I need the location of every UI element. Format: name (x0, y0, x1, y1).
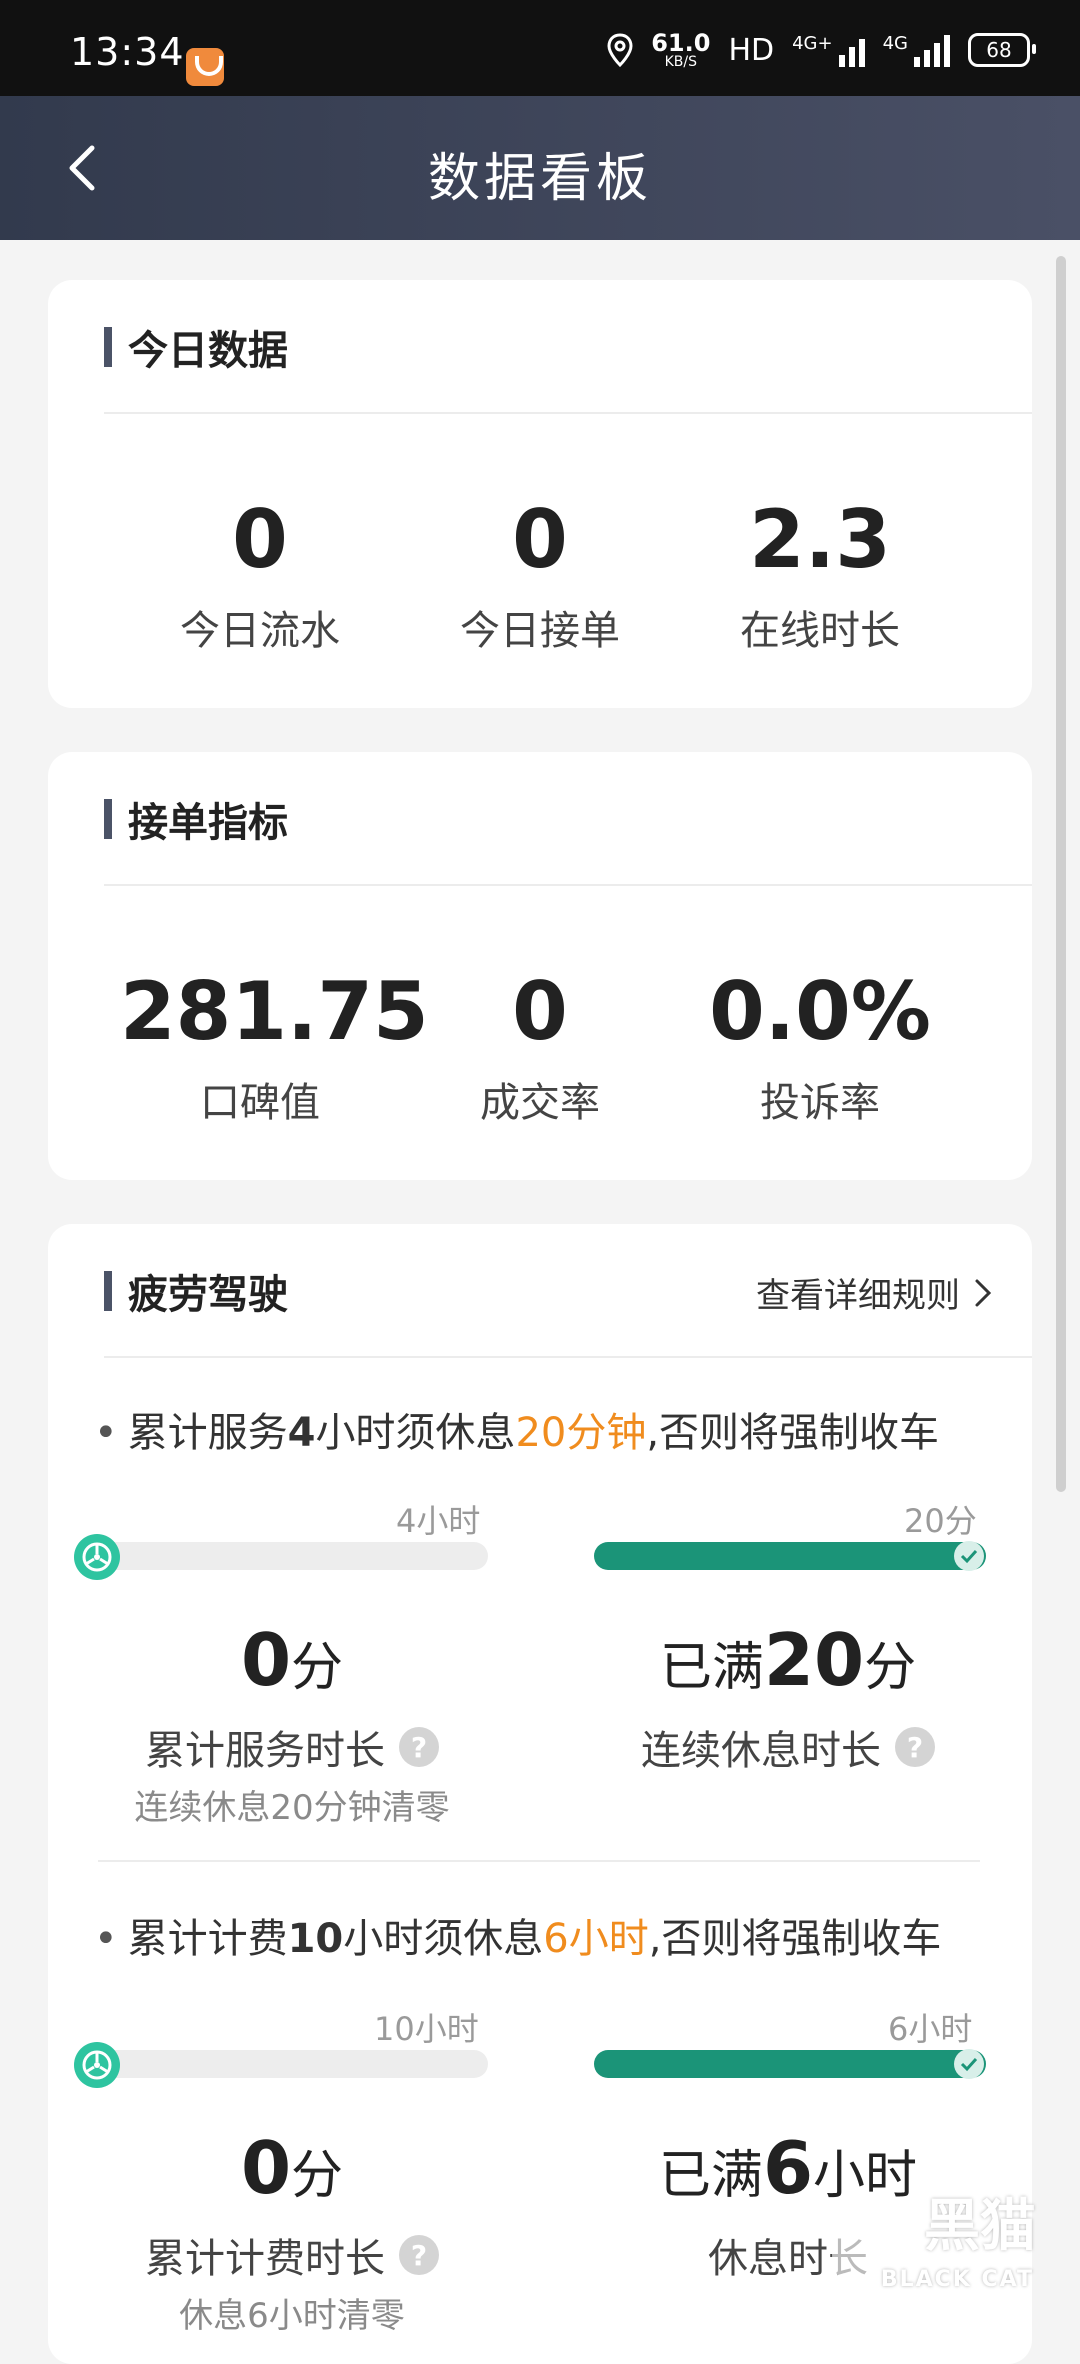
rest-tick-label: 20分 (904, 1502, 977, 1540)
metric-label: 投诉率 (760, 1080, 880, 1126)
net-speed: 61.0 KB/S (651, 29, 711, 70)
divider (104, 412, 1032, 414)
metric-value: 2.3 (749, 493, 891, 586)
help-icon[interactable]: ? (399, 2235, 439, 2275)
service-progress-track (80, 1542, 488, 1570)
metric-value: 0 (232, 493, 288, 586)
metric-today-revenue[interactable]: 0 今日流水 (120, 500, 400, 656)
battery-icon: 68 (968, 33, 1036, 67)
rest-progress-track (594, 2050, 986, 2078)
billing-duration-label: 累计计费时长 ? (82, 2226, 502, 2284)
metric-reputation[interactable]: 281.75 口碑值 (120, 965, 429, 1128)
rest-duration-label: 连续休息时长 ? (578, 1718, 998, 1776)
metric-today-orders[interactable]: 0 今日接单 (400, 500, 680, 656)
steering-wheel-icon (74, 2042, 120, 2088)
rule-2-text: • 累计计费10小时须休息6小时,否则将强制收车 (94, 1916, 942, 1962)
check-icon (954, 2049, 984, 2079)
divider (104, 1356, 1032, 1358)
hd-label: HD (728, 32, 775, 68)
steering-wheel-icon (74, 1534, 120, 1580)
card-header: 疲劳驾驶 (104, 1264, 288, 1318)
chevron-right-icon (975, 1279, 992, 1306)
metric-label: 口碑值 (200, 1080, 320, 1126)
rest-progress-track (594, 1542, 986, 1570)
card-header: 今日数据 (104, 320, 288, 374)
help-icon[interactable]: ? (399, 1727, 439, 1767)
card-title: 今日数据 (128, 328, 288, 374)
cat-logo-icon (830, 2214, 880, 2286)
fatigue-driving-card: 疲劳驾驶 查看详细规则 • 累计服务4小时须休息20分钟,否则将强制收车 4小时 … (48, 1224, 1032, 2364)
signal-icon-sim2: 4G (883, 33, 950, 67)
rest-duration-value: 已满20分 (659, 1618, 917, 1702)
metric-label: 今日流水 (180, 608, 340, 654)
billing-tick-label: 10小时 (374, 2010, 479, 2048)
order-metrics-card: 接单指标 281.75 口碑值 0 成交率 0.0% 投诉率 (48, 752, 1032, 1180)
metric-complaint-rate[interactable]: 0.0% 投诉率 (680, 972, 960, 1128)
status-bar: 13:34 61.0 KB/S HD 4G+ 4G 68 (0, 0, 1080, 96)
view-rules-link[interactable]: 查看详细规则 (756, 1268, 992, 1317)
metric-value: 281.75 (120, 965, 429, 1058)
black-cat-watermark: 黑猫 BLACK CAT (820, 2194, 1060, 2320)
billing-progress-track (80, 2050, 488, 2078)
rule-1-text: • 累计服务4小时须休息20分钟,否则将强制收车 (94, 1410, 940, 1456)
today-data-card: 今日数据 0 今日流水 0 今日接单 2.3 在线时长 (48, 280, 1032, 708)
location-icon (607, 33, 633, 67)
didi-app-icon (186, 48, 224, 86)
card-title: 接单指标 (128, 800, 288, 846)
header-accent-bar (104, 799, 112, 839)
service-duration-value: 0分 (240, 1618, 344, 1702)
rules-link-label: 查看详细规则 (756, 1276, 960, 1316)
billing-reset-note: 休息6小时清零 (179, 2296, 405, 2336)
divider (98, 1860, 980, 1862)
billing-duration-value: 0分 (240, 2126, 344, 2210)
card-header: 接单指标 (104, 792, 288, 846)
divider (104, 884, 1032, 886)
check-icon (954, 1541, 984, 1571)
metric-online-time[interactable]: 2.3 在线时长 (680, 500, 960, 656)
metric-label: 在线时长 (740, 608, 900, 654)
service-tick-label: 4小时 (396, 1502, 481, 1540)
help-icon[interactable]: ? (895, 1727, 935, 1767)
nav-bar: 数据看板 (0, 96, 1080, 240)
metric-value: 0 (512, 965, 568, 1058)
status-time: 13:34 (70, 30, 185, 74)
service-duration-label: 累计服务时长 ? (82, 1718, 502, 1776)
watermark-subtext: BLACK CAT (880, 2267, 1034, 2292)
header-accent-bar (104, 1271, 112, 1311)
metric-label: 成交率 (480, 1080, 600, 1126)
signal-icon-sim1: 4G+ (792, 33, 865, 67)
scrollbar[interactable] (1056, 256, 1066, 1492)
metric-value: 0.0% (709, 965, 931, 1058)
metric-label: 今日接单 (460, 608, 620, 654)
service-reset-note: 连续休息20分钟清零 (134, 1788, 450, 1828)
card-title: 疲劳驾驶 (128, 1272, 288, 1318)
status-icons: 61.0 KB/S HD 4G+ 4G 68 (607, 29, 1036, 70)
metric-deal-rate[interactable]: 0 成交率 (400, 972, 680, 1128)
header-accent-bar (104, 327, 112, 367)
watermark-text: 黑猫 (924, 2194, 1036, 2259)
rest-tick-label: 6小时 (888, 2010, 973, 2048)
metric-value: 0 (512, 493, 568, 586)
page-title: 数据看板 (427, 149, 652, 209)
